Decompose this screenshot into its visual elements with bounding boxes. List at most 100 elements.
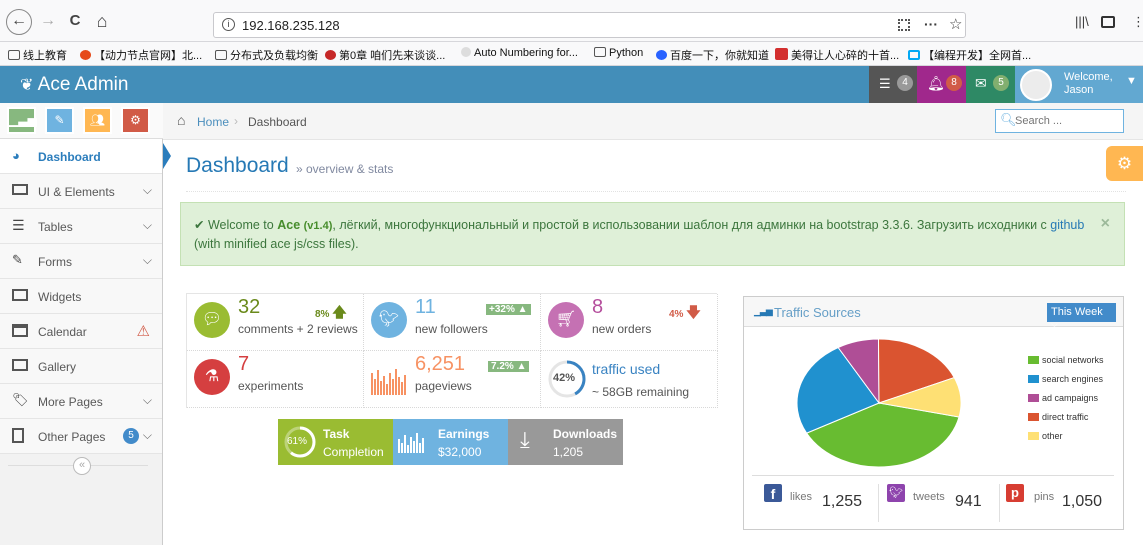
search-input[interactable] [1015,113,1119,129]
bookmark-item[interactable]: 线上教育 [8,47,67,63]
chevron-down-icon: ⌵ [142,253,152,267]
sidebar-item-ui-elements[interactable]: UI & Elements ⌵ [0,174,162,209]
task-completion-box: 61% Task Completion [278,419,393,465]
sidebar-item-tables[interactable]: ☰ Tables ⌵ [0,209,162,244]
envelope-icon: ✉ [975,75,987,91]
picture-icon [12,359,28,371]
github-link[interactable]: github [1050,218,1084,232]
home-icon[interactable]: ⌂ [90,10,114,34]
legend-item: ad campaigns [1028,393,1098,403]
chevron-down-icon: ⌵ [142,393,152,407]
sidebar-item-forms[interactable]: ✎ Forms ⌵ [0,244,162,279]
tasks-button[interactable]: ☰ 4 [869,66,917,103]
chevron-down-icon: ⌵ [142,218,152,232]
twitter-icon: 🐦︎ [371,302,407,338]
legend-item: social networks [1028,355,1104,365]
bookmark-item[interactable]: Python [594,47,643,59]
url-text[interactable]: 192.168.235.128 [242,18,340,33]
sidebar-collapse-button[interactable]: « [73,457,91,475]
sidebar-toggle-icon[interactable] [1101,16,1115,28]
welcome-alert: ✔ Welcome to Ace (v1.4), лёгкий, многофу… [180,202,1125,266]
legend-swatch [1028,432,1039,440]
bookmark-item[interactable]: 分布式及负载均衡 [215,47,318,63]
bookmark-item[interactable]: 【动力节点官网】北... [80,47,202,63]
paw-icon [656,50,667,60]
cogs-shortcut-button[interactable]: ⚙ [121,107,150,134]
notifications-badge: 8 [946,75,962,91]
signal-icon: ▁▃▅ [754,306,773,316]
info-icon[interactable]: i [222,18,235,31]
earnings-sparkline-icon [398,433,424,453]
chevron-down-icon: ⌵ [142,183,152,197]
bookmark-item[interactable]: 【编程开发】全网首... [908,47,1031,63]
pencil-shortcut-button[interactable]: ✎ [45,107,74,134]
back-icon[interactable]: ← [6,9,32,35]
legend-swatch [1028,413,1039,421]
leaf-icon: ❦ [20,77,34,94]
library-icon[interactable]: |||\ [1075,14,1089,29]
bilibili-icon [908,50,920,60]
users-shortcut-button[interactable]: 👥︎ [83,107,112,134]
tasks-badge: 4 [897,75,913,91]
breadcrumb-separator: › [234,114,238,128]
breadcrumb-current: Dashboard [248,115,307,129]
bookmark-item[interactable]: 美得让人心碎的十首... [775,47,899,63]
widget-divider [752,475,1114,476]
breadcrumb-home-link[interactable]: Home [197,115,229,129]
chevron-down-icon: ⌵ [1051,319,1058,329]
qr-code-icon[interactable] [898,19,910,31]
messages-button[interactable]: ✉ 5 [966,66,1015,103]
legend-swatch [1028,375,1039,383]
brand[interactable]: ❦ Ace Admin [20,74,128,96]
close-icon[interactable]: × [1101,215,1110,233]
browser-toolbar: ← → C ⌂ i 192.168.235.128 ··· ☆ |||\ ⋮ [0,0,1143,42]
legend-item: search engines [1028,374,1103,384]
user-menu[interactable]: Welcome, Jason ▼ [1015,66,1143,103]
sidebar-item-calendar[interactable]: Calendar ⚠ [0,314,162,349]
pins-stat: p pins 1,050 [1006,484,1116,522]
page-actions-icon[interactable]: ··· [924,16,938,32]
infobox-traffic: 42% traffic used ~ 58GB remaining [541,351,718,408]
warning-icon: ⚠ [136,323,150,340]
page-title: Dashboard [186,154,289,177]
traffic-percent: 42% [553,372,576,384]
menu-icon[interactable]: ⋮ [1132,14,1143,30]
bell-icon: 🔔︎ [927,75,945,91]
reload-icon[interactable]: C [63,10,87,34]
bookmarks-bar: 线上教育 【动力节点官网】北... 分布式及负载均衡 第0章 咱们先来谈谈...… [0,42,1143,66]
this-week-dropdown[interactable]: This Week ⌵ [1047,303,1116,329]
search-box: 🔍︎ [995,109,1124,133]
sidebar-item-widgets[interactable]: Widgets [0,279,162,314]
forward-icon[interactable]: → [36,10,60,34]
sidebar-item-dashboard[interactable]: ◕ Dashboard [0,139,171,174]
user-name: Jason [1064,84,1094,96]
caret-down-icon: ▼ [1126,75,1137,87]
chart-shortcut-button[interactable]: ▁▃▅ [7,107,37,134]
chevron-down-icon: ⌵ [142,428,152,442]
arrow-up-icon: 🡅 [332,304,347,320]
sidebar-item-gallery[interactable]: Gallery [0,349,162,384]
bookmark-item[interactable]: 百度一下，你就知道 [656,47,769,63]
infobox-orders: 🛒︎ 8 new orders 4% 🡇 [541,294,718,351]
legend-swatch [1028,356,1039,364]
sidebar-item-more-pages[interactable]: 🏷︎ More Pages ⌵ [0,384,162,419]
widget-title: Traffic Sources [774,305,861,320]
dashboard-icon: ◕ [12,148,20,163]
task-percent: 61% [287,436,308,447]
notifications-button[interactable]: 🔔︎ 8 [917,66,966,103]
desktop-icon [12,184,28,195]
active-indicator [163,143,171,169]
settings-button[interactable]: ⚙ [1106,146,1143,181]
bookmark-item[interactable]: Auto Numbering for... [461,47,578,59]
bookmark-star-icon[interactable]: ☆ [949,15,962,33]
app-navbar: ❦ Ace Admin ☰ 4 🔔︎ 8 ✉ 5 Welcome, Jason … [0,66,1143,103]
page-subtitle: » overview & stats [296,162,394,176]
sidebar-shortcuts: ▁▃▅ ✎ 👥︎ ⚙ [0,103,163,139]
legend-swatch [1028,394,1039,402]
address-bar[interactable]: i 192.168.235.128 ··· ☆ [213,12,966,38]
sidebar-item-other-pages[interactable]: Other Pages 5 ⌵ [0,419,162,454]
bookmark-item[interactable]: 第0章 咱们先来谈谈... [325,47,445,63]
infobox-experiments: ⚗ 7 experiments [187,351,364,408]
legend-item: other [1028,431,1063,441]
site-icon [461,47,471,57]
